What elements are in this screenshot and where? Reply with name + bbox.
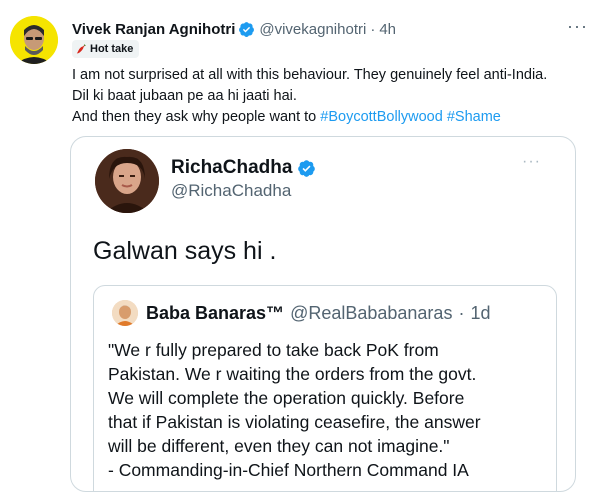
tweet-text: I am not surprised at all with this beha… <box>72 65 594 128</box>
verified-badge-icon <box>298 159 316 177</box>
nested-author-name: Baba Banaras™ <box>146 303 285 323</box>
author-name[interactable]: Vivek Ranjan Agnihotri <box>72 21 235 38</box>
author-handle[interactable]: @vivekagnihotri <box>259 21 366 38</box>
separator-dot: · <box>370 20 376 38</box>
quoted-author-name-text: RichaChadha <box>171 157 293 178</box>
tweet-time[interactable]: 4h <box>379 21 396 38</box>
tweet-text-line: Dil ki baat jubaan pe aa hi jaati hai. <box>72 88 297 104</box>
separator-dot: · <box>458 303 465 323</box>
nested-author-avatar <box>112 300 138 326</box>
nested-tweet-header: Baba Banaras™ @RealBababanaras · 1d <box>146 303 490 324</box>
more-options-icon[interactable]: ··· <box>567 17 588 35</box>
quoted-tweet-text: Galwan says hi . <box>93 237 277 265</box>
nested-tweet-time: 1d <box>470 303 491 323</box>
tweet[interactable]: Vivek Ranjan Agnihotri @vivekagnihotri ·… <box>0 0 608 500</box>
quoted-author-handle[interactable]: @RichaChadha <box>171 181 291 201</box>
verified-badge-icon <box>239 21 255 37</box>
tweet-text-line: And then they ask why people want to #Bo… <box>72 107 594 128</box>
hot-take-badge[interactable]: Hot take <box>72 40 140 58</box>
badge-label: Hot take <box>90 43 134 55</box>
tweet-text-prefix: And then they ask why people want to <box>72 109 321 125</box>
nested-author-handle: @RealBababanaras <box>290 303 453 323</box>
nested-text-line: will be different, even they can not ima… <box>108 436 450 456</box>
nested-text-line: Pakistan. We r waiting the orders from t… <box>108 364 477 384</box>
nested-text-line: that if Pakistan is violating ceasefire,… <box>108 412 481 432</box>
chili-pepper-icon <box>76 44 86 54</box>
author-avatar[interactable] <box>10 16 58 64</box>
more-options-icon: ··· <box>522 153 541 170</box>
quoted-tweet[interactable]: RichaChadha @RichaChadha ··· Galwan says… <box>70 136 576 492</box>
tweet-header: Vivek Ranjan Agnihotri @vivekagnihotri ·… <box>72 17 588 40</box>
quoted-author-name[interactable]: RichaChadha <box>171 157 320 179</box>
nested-quoted-tweet: Baba Banaras™ @RealBababanaras · 1d "We r f… <box>93 285 557 491</box>
nested-tweet-text: "We r fully prepared to take back PoK fr… <box>108 338 546 482</box>
hashtag-link[interactable]: #Shame <box>447 109 501 125</box>
tweet-text-line: I am not surprised at all with this beha… <box>72 67 548 83</box>
quoted-author-avatar[interactable] <box>95 149 159 213</box>
nested-text-line: "We r fully prepared to take back PoK fr… <box>108 340 439 360</box>
nested-text-line: We will complete the operation quickly. … <box>108 388 465 408</box>
hashtag-link[interactable]: #BoycottBollywood <box>320 109 443 125</box>
nested-text-line: - Commanding-in-Chief Northern Command I… <box>108 460 469 480</box>
